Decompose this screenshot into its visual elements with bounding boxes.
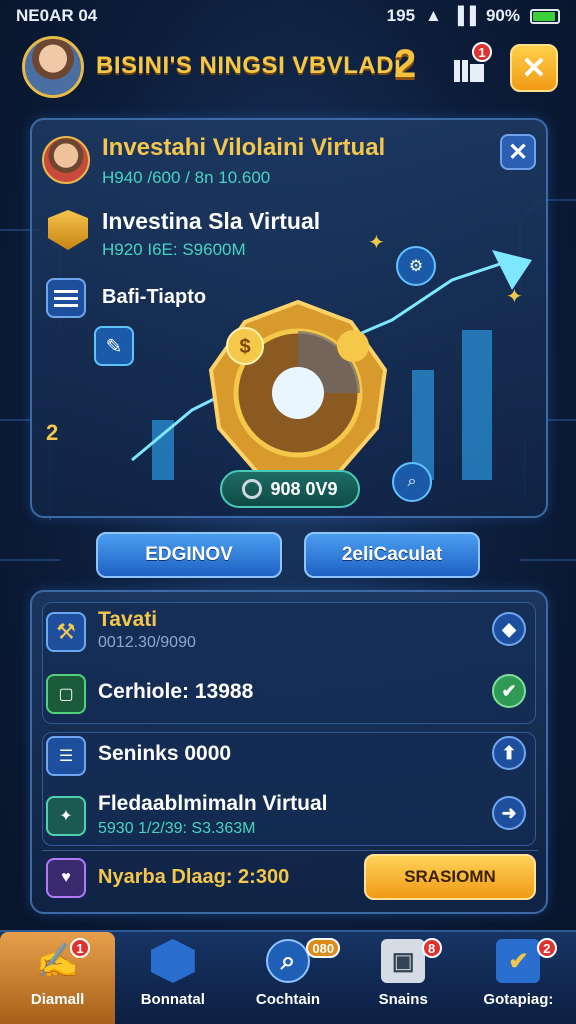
nav-label-diamall: Diamall (30, 991, 85, 1008)
diamond-icon: ◆ (502, 618, 516, 639)
heart-icon: ♥ (46, 858, 86, 898)
upload-icon: ⬆ (501, 742, 517, 763)
nav-item-diamall[interactable]: ✍ Diamall 1 (0, 932, 116, 1024)
star-icon: ✦ (368, 232, 385, 254)
asset-title-5: Nyarba Dlaag: 2:300 (98, 866, 290, 888)
close-icon: ✕ (521, 51, 547, 85)
nav-label-snains: Snains (378, 991, 428, 1008)
asset-title-1: Tavati (98, 608, 158, 631)
svg-text:$: $ (239, 336, 250, 358)
search-icon: ⌕ (392, 462, 432, 502)
notification-badge: 1 (472, 42, 492, 62)
nav-item-cochtain[interactable]: ⌕ Cochtain 080 (230, 932, 345, 1024)
document-icon: ▢ (46, 674, 86, 714)
nav-label-bonnatal: Bonnatal (140, 991, 205, 1008)
game-title: BISINI'S NINGSI VBVLADI (96, 52, 402, 79)
coin-icon (242, 479, 263, 499)
search-icon: ⌕ (266, 939, 310, 983)
star-icon: ✦ (506, 286, 523, 308)
link-icon: ✎ (94, 326, 134, 366)
calculate-button[interactable]: 2eliCaculat (304, 532, 480, 578)
nav-badge-diamall: 1 (70, 938, 90, 958)
notes-icon: ☰ (46, 736, 86, 776)
investor-avatar (42, 136, 90, 184)
assets-list-panel: ⚒ Tavati 0012.30/9090 ◆ ▢ Cerhiole: 1398… (30, 590, 548, 914)
gear-icon: ⚙ (396, 246, 436, 286)
nav-badge-cochtain: 080 (306, 938, 341, 958)
claim-button[interactable]: SRASIOMN (364, 854, 536, 900)
shield-icon (150, 939, 195, 983)
next-button[interactable]: ➜ (492, 796, 526, 830)
nav-badge-gotapiag: 2 (536, 938, 557, 958)
box-icon: ▣ (381, 939, 426, 983)
asset-title-4: Fledaablmimaln Virtual (98, 792, 328, 815)
player-avatar[interactable] (22, 36, 84, 98)
emblem-icon: ✦ (46, 796, 86, 836)
expand-button[interactable]: ◆ (492, 612, 526, 646)
status-left-text: NE0AR 04 (16, 6, 98, 25)
nav-item-snains[interactable]: ▣ Snains 8 (346, 932, 461, 1024)
confirm-button[interactable]: ✔ (492, 674, 526, 708)
asset-sub-4: 5930 1/2/39: S3.363M (98, 820, 256, 837)
investment-emblem[interactable]: $ (205, 300, 391, 486)
player-level: 2 (394, 42, 417, 86)
panel-close-button[interactable]: ✕ (500, 134, 536, 170)
divider (42, 850, 538, 851)
close-icon: ✕ (507, 138, 529, 166)
key-icon: ⚒ (46, 612, 86, 652)
wifi-icon: ▲ (425, 6, 442, 25)
notifications-button[interactable]: 1 (450, 42, 492, 88)
pill-value: 908 0V9 (270, 478, 338, 499)
top-header: BISINI'S NINGSI VBVLADI 2 1 ✕ (0, 36, 576, 104)
asset-title-3: Seninks 0000 (98, 742, 232, 765)
shield-icon (48, 210, 88, 250)
asset-sub-1: 0012.30/9090 (98, 634, 196, 651)
nav-item-gotapiag[interactable]: ✔ Gotapiag: 2 (461, 932, 576, 1024)
status-time: 195 (386, 6, 416, 25)
list-icon (46, 278, 86, 318)
investment-title-1: Investahi Vilolaini Virtual (102, 134, 386, 161)
battery-icon (530, 8, 560, 24)
value-pill[interactable]: 908 0V9 (220, 470, 360, 508)
nav-label-gotapiag: Gotapiag: (483, 991, 554, 1008)
signal-icon: ▐▐ (451, 6, 476, 25)
nav-item-bonnatal[interactable]: Bonnatal (115, 932, 230, 1024)
check-icon: ✔ (501, 680, 517, 701)
battery-text: 90% (485, 6, 520, 25)
nav-badge-snains: 8 (421, 938, 442, 958)
close-button[interactable]: ✕ (510, 44, 558, 92)
status-bar: NE0AR 04 195 ▲ ▐▐ 90% (0, 0, 576, 32)
investment-sub-1: H940 /600 / 8n 10.600 (102, 168, 271, 187)
arrow-right-icon: ➜ (501, 802, 517, 823)
asset-title-2: Cerhiole: 13988 (98, 680, 254, 703)
primary-action-button[interactable]: EDGINOV (96, 532, 282, 578)
nav-label-cochtain: Cochtain (255, 991, 321, 1008)
upload-button[interactable]: ⬆ (492, 736, 526, 770)
bottom-nav: ✍ Diamall 1 Bonnatal ⌕ Cochtain 080 ▣ Sn… (0, 930, 576, 1024)
side-level-badge: 2 (46, 420, 59, 445)
cube-icon: ✔ (496, 939, 541, 983)
